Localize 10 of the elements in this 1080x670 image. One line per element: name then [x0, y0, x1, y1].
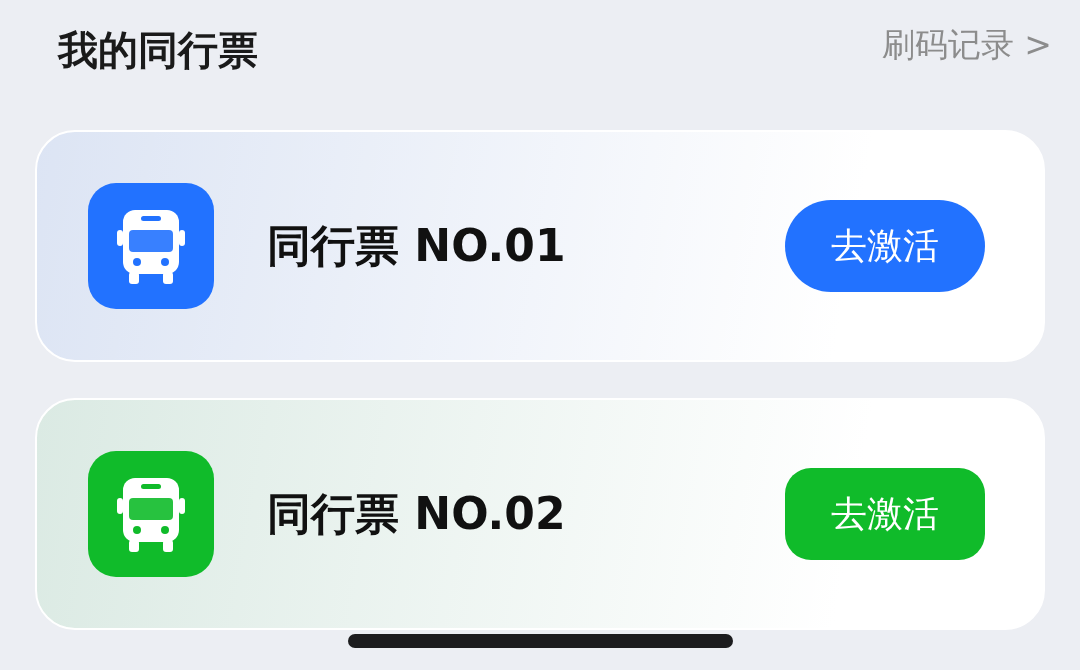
- bus-icon: [117, 208, 185, 284]
- ticket-name: 同行票 NO.02: [267, 486, 567, 541]
- ticket-card[interactable]: 同行票 NO.02 去激活: [35, 398, 1045, 630]
- bus-icon: [117, 476, 185, 552]
- history-link[interactable]: 刷码记录 >: [881, 22, 1052, 68]
- ticket-name: 同行票 NO.01: [267, 218, 567, 273]
- activate-button[interactable]: 去激活: [785, 468, 985, 560]
- section-title: 我的同行票: [58, 26, 258, 73]
- activate-button[interactable]: 去激活: [785, 200, 985, 292]
- ticket-card[interactable]: 同行票 NO.01 去激活: [35, 130, 1045, 362]
